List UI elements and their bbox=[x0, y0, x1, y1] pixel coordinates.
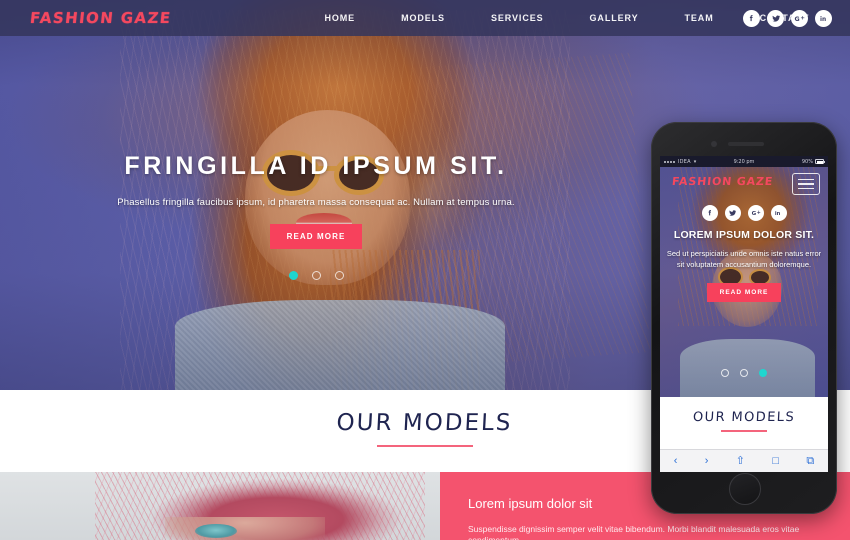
nav-item-gallery[interactable]: GALLERY bbox=[567, 0, 662, 36]
hero-title: FRINGILLA ID IPSUM SIT. bbox=[124, 152, 508, 180]
phone-hero-subtitle: Sed ut perspiciatis unde omnis iste natu… bbox=[666, 249, 822, 270]
svg-text:G: G bbox=[751, 211, 756, 217]
svg-text:+: + bbox=[756, 210, 760, 216]
phone-slider-dot-2[interactable] bbox=[740, 369, 748, 377]
site-header: FASHION GAZE HOME MODELS SERVICES GALLER… bbox=[0, 0, 850, 36]
phone-speaker bbox=[728, 142, 764, 146]
panel-text: Suspendisse dignissim semper velit vitae… bbox=[468, 524, 800, 540]
back-icon[interactable]: ‹ bbox=[674, 455, 678, 467]
nav-item-team[interactable]: TEAM bbox=[662, 0, 737, 36]
status-time: 9:20 pm bbox=[733, 158, 755, 165]
hero-content: FRINGILLA ID IPSUM SIT. Phasellus fringi… bbox=[0, 152, 632, 280]
phone-social-links: G + in bbox=[660, 205, 828, 221]
hamburger-menu-icon[interactable] bbox=[792, 173, 820, 195]
model-face-lower bbox=[165, 517, 325, 540]
google-plus-icon[interactable]: G + bbox=[791, 9, 808, 27]
phone-hero-title: LOREM IPSUM DOLOR SIT. bbox=[673, 229, 815, 241]
site-logo[interactable]: FASHION GAZE bbox=[29, 9, 172, 27]
phone-slider-dots bbox=[660, 369, 828, 377]
phone-read-more-button[interactable]: READ MORE bbox=[706, 282, 782, 302]
twitter-icon[interactable] bbox=[724, 205, 741, 221]
slider-dot-1[interactable] bbox=[288, 271, 298, 280]
slider-dot-2[interactable] bbox=[311, 271, 321, 280]
battery-icon bbox=[815, 159, 825, 164]
linkedin-icon[interactable]: in bbox=[770, 205, 787, 221]
phone-models-title: OUR MODELS bbox=[692, 410, 796, 425]
hero-read-more-button[interactable]: READ MORE bbox=[269, 224, 363, 249]
model-photo-pink-hair bbox=[0, 472, 440, 540]
share-icon[interactable]: ⇧ bbox=[736, 455, 745, 467]
phone-slider-dot-1[interactable] bbox=[721, 369, 729, 377]
hero-slider-dots bbox=[0, 271, 632, 280]
twitter-icon[interactable] bbox=[767, 9, 784, 27]
slider-dot-3[interactable] bbox=[334, 271, 344, 280]
nav-item-services[interactable]: SERVICES bbox=[468, 0, 567, 36]
svg-text:in: in bbox=[775, 211, 781, 217]
browser-toolbar: ‹ › ⇧ □ ⧉ bbox=[660, 449, 828, 472]
phone-site-logo[interactable]: FASHION GAZE bbox=[671, 175, 773, 188]
phone-slider-dot-3[interactable] bbox=[759, 369, 767, 377]
phone-camera bbox=[711, 141, 717, 147]
social-links: G + in bbox=[743, 9, 832, 27]
tabs-icon[interactable]: ⧉ bbox=[806, 455, 814, 467]
svg-text:+: + bbox=[800, 15, 805, 21]
phone-home-button[interactable] bbox=[729, 473, 761, 505]
models-title-underline bbox=[377, 445, 473, 447]
forward-icon[interactable]: › bbox=[705, 455, 709, 467]
linkedin-icon[interactable]: in bbox=[815, 9, 832, 27]
hero-subtitle: Phasellus fringilla faucibus ipsum, id p… bbox=[117, 197, 515, 208]
phone-models-section: OUR MODELS bbox=[660, 397, 828, 449]
phone-status-bar: IDEA ▾ 9:20 pm 90% bbox=[660, 156, 828, 167]
svg-text:in: in bbox=[819, 16, 825, 22]
model-eye-makeup bbox=[195, 524, 237, 538]
bookmarks-icon[interactable]: □ bbox=[772, 455, 779, 467]
phone-mockup: IDEA ▾ 9:20 pm 90% FASHION GAZE G + in L… bbox=[651, 122, 837, 514]
nav-item-home[interactable]: HOME bbox=[301, 0, 378, 36]
phone-hero-content: LOREM IPSUM DOLOR SIT. Sed ut perspiciat… bbox=[660, 229, 828, 302]
facebook-icon[interactable] bbox=[743, 9, 760, 27]
google-plus-icon[interactable]: G + bbox=[747, 205, 764, 221]
svg-text:G: G bbox=[795, 15, 800, 22]
facebook-icon[interactable] bbox=[701, 205, 718, 221]
phone-models-underline bbox=[721, 430, 767, 432]
phone-hero-banner: FASHION GAZE G + in LOREM IPSUM DOLOR SI… bbox=[660, 167, 828, 397]
website-template-preview: FASHION GAZE HOME MODELS SERVICES GALLER… bbox=[0, 0, 850, 540]
nav-item-models[interactable]: MODELS bbox=[378, 0, 468, 36]
phone-screen: IDEA ▾ 9:20 pm 90% FASHION GAZE G + in L… bbox=[660, 156, 828, 472]
